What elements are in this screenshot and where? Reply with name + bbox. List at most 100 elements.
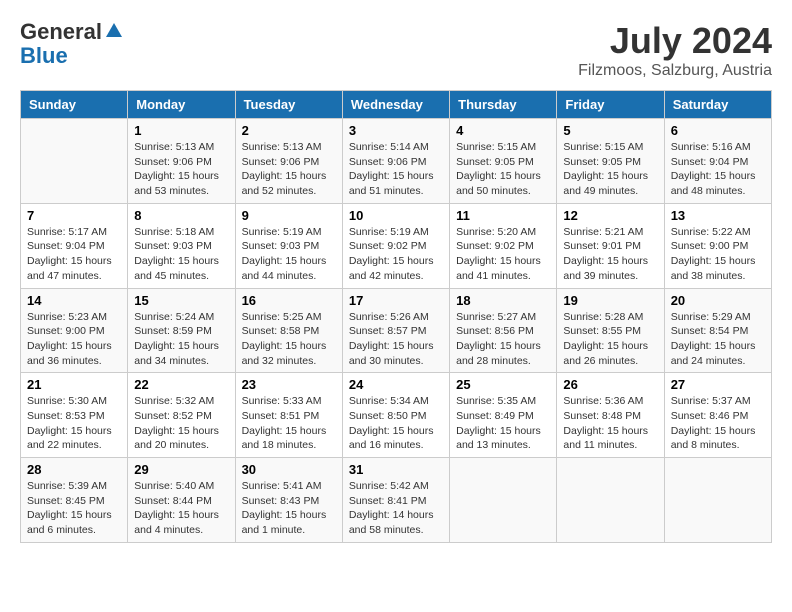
week-row-1: 1 Sunrise: 5:13 AM Sunset: 9:06 PM Daylig… [21, 119, 772, 204]
day-number: 6 [671, 123, 765, 138]
day-number: 20 [671, 293, 765, 308]
day-info: Sunrise: 5:27 AM Sunset: 8:56 PM Dayligh… [456, 310, 550, 369]
calendar-cell: 25Sunrise: 5:35 AM Sunset: 8:49 PM Dayli… [450, 373, 557, 458]
header-saturday: Saturday [664, 91, 771, 119]
day-info: Sunrise: 5:22 AM Sunset: 9:00 PM Dayligh… [671, 225, 765, 284]
day-info: Sunrise: 5:13 AM Sunset: 9:06 PM Dayligh… [242, 140, 336, 199]
week-row-4: 21 Sunrise: 5:30 AM Sunset: 8:53 PM Dayli… [21, 373, 772, 458]
calendar-cell: 15Sunrise: 5:24 AM Sunset: 8:59 PM Dayli… [128, 288, 235, 373]
header-monday: Monday [128, 91, 235, 119]
logo-icon [104, 21, 124, 41]
day-info: Sunrise: 5:40 AM Sunset: 8:44 PM Dayligh… [134, 479, 228, 538]
day-number: 29 [134, 462, 228, 477]
calendar-cell: 30Sunrise: 5:41 AM Sunset: 8:43 PM Dayli… [235, 458, 342, 543]
calendar-cell: 28 Sunrise: 5:39 AM Sunset: 8:45 PM Dayli… [21, 458, 128, 543]
calendar-cell: 24Sunrise: 5:34 AM Sunset: 8:50 PM Dayli… [342, 373, 449, 458]
week-row-2: 7Sunrise: 5:17 AM Sunset: 9:04 PM Daylig… [21, 203, 772, 288]
day-number: 14 [27, 293, 121, 308]
day-info: Sunrise: 5:15 AM Sunset: 9:05 PM Dayligh… [563, 140, 657, 199]
day-number: 2 [242, 123, 336, 138]
logo-blue: Blue [20, 44, 124, 68]
day-number: 3 [349, 123, 443, 138]
day-number: 5 [563, 123, 657, 138]
calendar-cell: 26 Sunrise: 5:36 AM Sunset: 8:48 PM Dayli… [557, 373, 664, 458]
day-number: 18 [456, 293, 550, 308]
day-number: 1 [134, 123, 228, 138]
month-year: July 2024 [578, 20, 772, 62]
day-number: 12 [563, 208, 657, 223]
day-number: 13 [671, 208, 765, 223]
day-info: Sunrise: 5:39 AM Sunset: 8:45 PM Dayligh… [27, 479, 121, 538]
day-number: 21 [27, 377, 121, 392]
calendar-cell: 11 Sunrise: 5:20 AM Sunset: 9:02 PM Dayli… [450, 203, 557, 288]
calendar-cell: 10 Sunrise: 5:19 AM Sunset: 9:02 PM Dayli… [342, 203, 449, 288]
calendar-cell: 3 Sunrise: 5:14 AM Sunset: 9:06 PM Daylig… [342, 119, 449, 204]
day-number: 22 [134, 377, 228, 392]
day-info: Sunrise: 5:20 AM Sunset: 9:02 PM Dayligh… [456, 225, 550, 284]
calendar-cell: 14 Sunrise: 5:23 AM Sunset: 9:00 PM Dayli… [21, 288, 128, 373]
day-number: 17 [349, 293, 443, 308]
logo: General Blue [20, 20, 124, 68]
header-wednesday: Wednesday [342, 91, 449, 119]
calendar-cell: 9 Sunrise: 5:19 AM Sunset: 9:03 PM Daylig… [235, 203, 342, 288]
calendar-cell: 29 Sunrise: 5:40 AM Sunset: 8:44 PM Dayli… [128, 458, 235, 543]
calendar-cell: 5 Sunrise: 5:15 AM Sunset: 9:05 PM Daylig… [557, 119, 664, 204]
day-number: 10 [349, 208, 443, 223]
calendar-cell: 16Sunrise: 5:25 AM Sunset: 8:58 PM Dayli… [235, 288, 342, 373]
calendar-table: SundayMondayTuesdayWednesdayThursdayFrid… [20, 90, 772, 543]
header-sunday: Sunday [21, 91, 128, 119]
day-info: Sunrise: 5:37 AM Sunset: 8:46 PM Dayligh… [671, 394, 765, 453]
day-number: 4 [456, 123, 550, 138]
day-info: Sunrise: 5:36 AM Sunset: 8:48 PM Dayligh… [563, 394, 657, 453]
logo-general: General [20, 19, 102, 44]
title-block: July 2024 Filzmoos, Salzburg, Austria [578, 20, 772, 80]
week-row-5: 28 Sunrise: 5:39 AM Sunset: 8:45 PM Dayli… [21, 458, 772, 543]
calendar-cell: 7Sunrise: 5:17 AM Sunset: 9:04 PM Daylig… [21, 203, 128, 288]
calendar-cell: 8 Sunrise: 5:18 AM Sunset: 9:03 PM Daylig… [128, 203, 235, 288]
day-number: 9 [242, 208, 336, 223]
day-number: 30 [242, 462, 336, 477]
calendar-cell: 6 Sunrise: 5:16 AM Sunset: 9:04 PM Daylig… [664, 119, 771, 204]
calendar-cell: 4 Sunrise: 5:15 AM Sunset: 9:05 PM Daylig… [450, 119, 557, 204]
calendar-cell: 18 Sunrise: 5:27 AM Sunset: 8:56 PM Dayli… [450, 288, 557, 373]
day-info: Sunrise: 5:16 AM Sunset: 9:04 PM Dayligh… [671, 140, 765, 199]
header-thursday: Thursday [450, 91, 557, 119]
day-info: Sunrise: 5:32 AM Sunset: 8:52 PM Dayligh… [134, 394, 228, 453]
calendar-cell [450, 458, 557, 543]
day-info: Sunrise: 5:18 AM Sunset: 9:03 PM Dayligh… [134, 225, 228, 284]
day-number: 19 [563, 293, 657, 308]
calendar-cell: 27 Sunrise: 5:37 AM Sunset: 8:46 PM Dayli… [664, 373, 771, 458]
header-tuesday: Tuesday [235, 91, 342, 119]
day-info: Sunrise: 5:28 AM Sunset: 8:55 PM Dayligh… [563, 310, 657, 369]
day-info: Sunrise: 5:14 AM Sunset: 9:06 PM Dayligh… [349, 140, 443, 199]
day-info: Sunrise: 5:19 AM Sunset: 9:02 PM Dayligh… [349, 225, 443, 284]
calendar-cell: 20 Sunrise: 5:29 AM Sunset: 8:54 PM Dayli… [664, 288, 771, 373]
day-info: Sunrise: 5:21 AM Sunset: 9:01 PM Dayligh… [563, 225, 657, 284]
week-row-3: 14 Sunrise: 5:23 AM Sunset: 9:00 PM Dayli… [21, 288, 772, 373]
day-number: 7 [27, 208, 121, 223]
location: Filzmoos, Salzburg, Austria [578, 62, 772, 80]
day-number: 8 [134, 208, 228, 223]
calendar-cell [21, 119, 128, 204]
calendar-cell: 23Sunrise: 5:33 AM Sunset: 8:51 PM Dayli… [235, 373, 342, 458]
calendar-cell: 21 Sunrise: 5:30 AM Sunset: 8:53 PM Dayli… [21, 373, 128, 458]
day-info: Sunrise: 5:29 AM Sunset: 8:54 PM Dayligh… [671, 310, 765, 369]
day-number: 24 [349, 377, 443, 392]
day-info: Sunrise: 5:15 AM Sunset: 9:05 PM Dayligh… [456, 140, 550, 199]
calendar-cell: 19 Sunrise: 5:28 AM Sunset: 8:55 PM Dayli… [557, 288, 664, 373]
day-info: Sunrise: 5:13 AM Sunset: 9:06 PM Dayligh… [134, 140, 228, 199]
day-number: 26 [563, 377, 657, 392]
day-info: Sunrise: 5:42 AM Sunset: 8:41 PM Dayligh… [349, 479, 443, 538]
calendar-cell: 12 Sunrise: 5:21 AM Sunset: 9:01 PM Dayli… [557, 203, 664, 288]
day-info: Sunrise: 5:30 AM Sunset: 8:53 PM Dayligh… [27, 394, 121, 453]
day-number: 15 [134, 293, 228, 308]
calendar-cell: 1 Sunrise: 5:13 AM Sunset: 9:06 PM Daylig… [128, 119, 235, 204]
day-number: 27 [671, 377, 765, 392]
calendar-cell: 31Sunrise: 5:42 AM Sunset: 8:41 PM Dayli… [342, 458, 449, 543]
day-number: 25 [456, 377, 550, 392]
day-info: Sunrise: 5:19 AM Sunset: 9:03 PM Dayligh… [242, 225, 336, 284]
day-number: 11 [456, 208, 550, 223]
page-header: General Blue July 2024 Filzmoos, Salzbur… [20, 20, 772, 80]
day-info: Sunrise: 5:23 AM Sunset: 9:00 PM Dayligh… [27, 310, 121, 369]
day-number: 28 [27, 462, 121, 477]
